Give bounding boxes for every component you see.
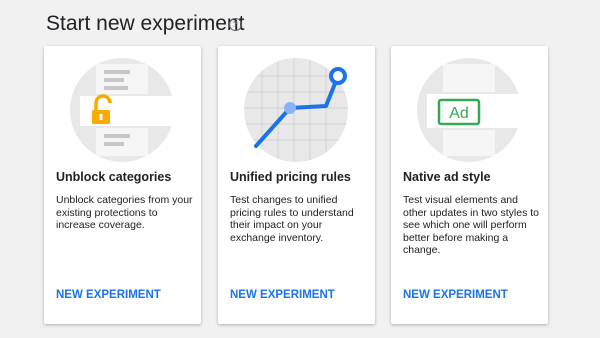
help-icon[interactable]: ? [229,18,242,31]
line-chart-icon [244,58,348,162]
card-title: Native ad style [403,170,491,184]
card-title: Unblock categories [56,170,172,184]
card-description: Test changes to unified pricing rules to… [230,194,354,244]
new-experiment-button[interactable]: NEW EXPERIMENT [56,289,161,301]
experiment-card-unblock-categories: Unblock categories Unblock categories fr… [44,46,201,324]
page-title: Start new experiment [46,12,245,35]
card-title: Unified pricing rules [230,170,351,184]
card-description: Test visual elements and other updates i… [403,194,539,256]
ad-badge-icon: Ad [417,58,521,162]
card-description: Unblock categories from your existing pr… [56,194,193,231]
ad-badge-text: Ad [449,105,469,122]
experiment-card-unified-pricing-rules: Unified pricing rules Test changes to un… [218,46,375,324]
unlocked-padlock-icon [70,58,174,162]
new-experiment-button[interactable]: NEW EXPERIMENT [230,289,335,301]
experiment-card-native-ad-style: Ad Native ad style Test visual elements … [391,46,548,324]
new-experiment-button[interactable]: NEW EXPERIMENT [403,289,508,301]
